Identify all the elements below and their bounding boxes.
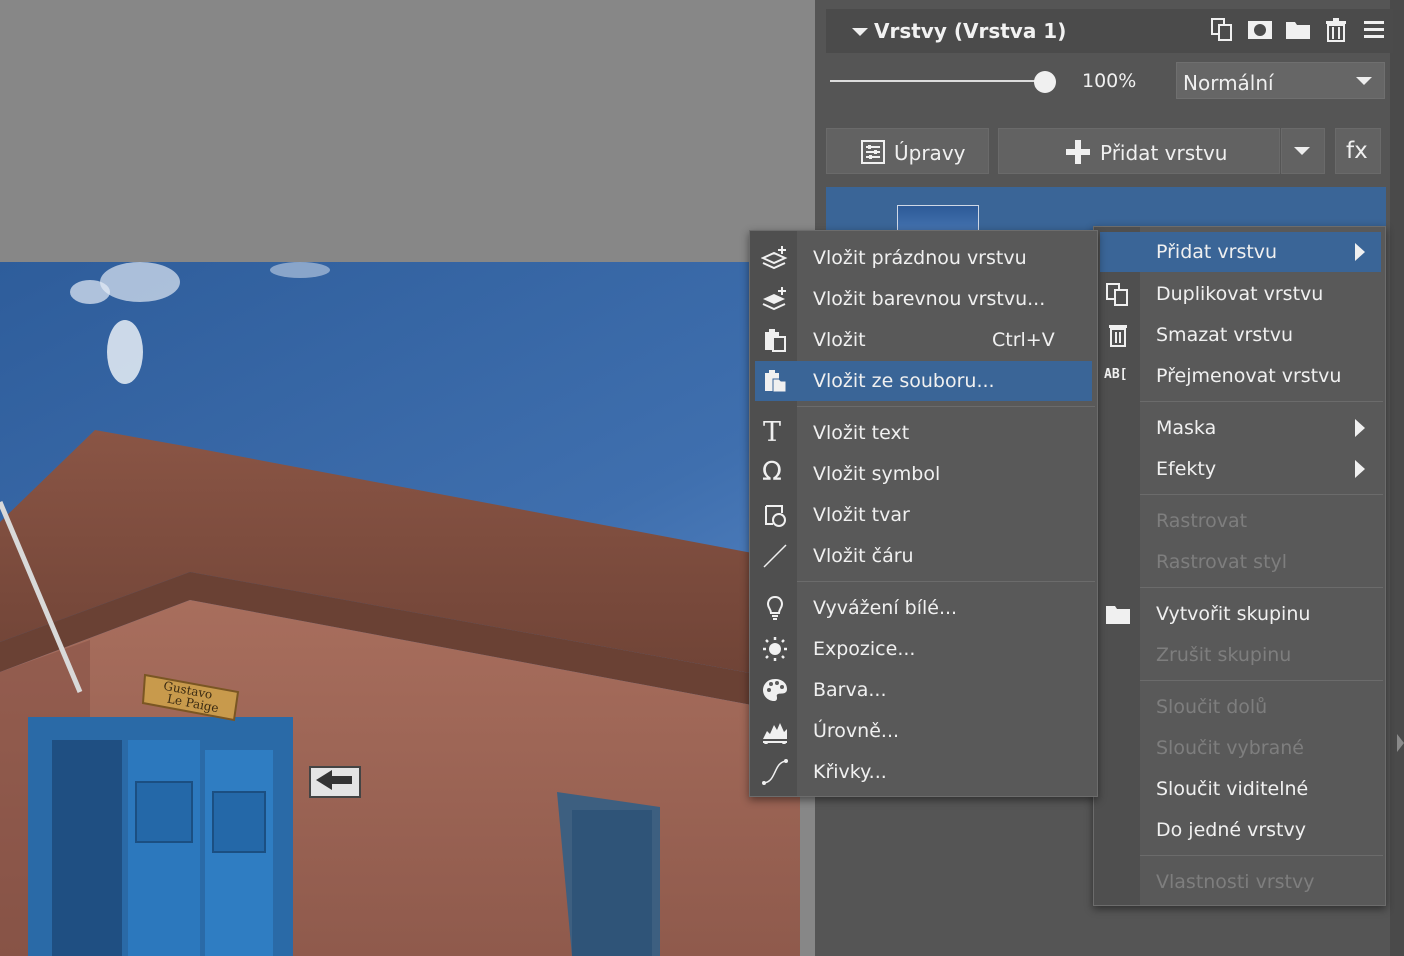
menu-item-insert-empty-layer[interactable]: Vložit prázdnou vrstvu <box>750 238 1097 278</box>
opacity-slider-knob[interactable] <box>1034 71 1056 93</box>
menu-item-insert-line[interactable]: Vložit čáru <box>750 536 1097 576</box>
menu-item-duplicate-layer[interactable]: Duplikovat vrstvu <box>1094 274 1385 314</box>
menu-item-insert-text[interactable]: T Vložit text <box>750 413 1097 453</box>
menu-item-add-layer-highlight: Přidat vrstvu <box>1100 232 1381 272</box>
menu-item-insert-color-layer[interactable]: Vložit barevnou vrstvu... <box>750 279 1097 319</box>
line-icon <box>761 542 789 570</box>
menu-separator <box>1140 401 1383 402</box>
paste-from-file-icon <box>761 367 789 395</box>
panel-title: Vrstvy (Vrstva 1) <box>874 19 1067 43</box>
menu-item-effects[interactable]: Efekty <box>1094 449 1385 489</box>
menu-item-insert-from-file[interactable]: Vložit ze souboru... <box>755 361 1092 401</box>
layers-panel-header: Vrstvy (Vrstva 1) <box>826 9 1393 53</box>
chevron-right-icon <box>1355 460 1365 478</box>
text-icon: T <box>763 417 782 448</box>
menu-item-insert-symbol[interactable]: Ω Vložit symbol <box>750 454 1097 494</box>
curves-icon <box>761 758 789 786</box>
menu-separator <box>1140 494 1383 495</box>
menu-item-merge-selected[interactable]: Sloučit vybrané <box>1094 728 1385 768</box>
menu-separator <box>1140 855 1383 856</box>
omega-icon: Ω <box>762 457 782 487</box>
opacity-slider[interactable] <box>830 70 1056 94</box>
plus-icon <box>1066 140 1090 168</box>
color-layer-icon <box>761 285 789 313</box>
add-layer-button[interactable]: Přidat vrstvu <box>998 128 1280 174</box>
menu-item-color[interactable]: Barva... <box>750 670 1097 710</box>
blend-mode-select[interactable]: Normální <box>1176 62 1385 99</box>
menu-item-ungroup[interactable]: Zrušit skupinu <box>1094 635 1385 675</box>
menu-item-rename-layer[interactable]: AB[ Přejmenovat vrstvu <box>1094 356 1385 396</box>
menu-item-paste[interactable]: Vložit Ctrl+V <box>750 320 1097 360</box>
menu-item-rasterize[interactable]: Rastrovat <box>1094 501 1385 541</box>
chevron-right-icon <box>1355 419 1365 437</box>
menu-item-create-group[interactable]: Vytvořit skupinu <box>1094 594 1385 634</box>
add-layer-dropdown-button[interactable] <box>1281 128 1325 174</box>
add-layer-label: Přidat vrstvu <box>1100 141 1228 165</box>
shortcut-label: Ctrl+V <box>992 329 1055 351</box>
adjustments-label: Úpravy <box>894 141 966 165</box>
menu-separator <box>1140 680 1383 681</box>
paste-icon <box>761 326 789 354</box>
opacity-value: 100% <box>1082 70 1137 92</box>
layer-context-menu: Přidat vrstvu Duplikovat vrstvu Smazat v… <box>1093 226 1386 906</box>
insert-layer-submenu: Vložit prázdnou vrstvu Vložit barevnou v… <box>749 230 1098 797</box>
trash-icon[interactable] <box>1323 17 1349 43</box>
collapse-icon[interactable] <box>852 28 868 36</box>
chevron-down-icon <box>1294 147 1310 155</box>
fx-button[interactable]: fx <box>1335 128 1381 174</box>
shape-icon <box>761 501 789 529</box>
menu-item-exposure[interactable]: Expozice... <box>750 629 1097 669</box>
panel-expand-handle[interactable] <box>1397 734 1404 752</box>
menu-separator <box>1140 587 1383 588</box>
mask-icon[interactable] <box>1247 17 1273 43</box>
palette-icon <box>761 676 789 704</box>
menu-icon[interactable] <box>1361 17 1387 43</box>
photo-image[interactable]: Gustavo Le Paige <box>0 262 800 956</box>
duplicate-icon <box>1104 280 1132 308</box>
menu-item-levels[interactable]: Úrovně... <box>750 711 1097 751</box>
fx-label: fx <box>1346 138 1368 164</box>
menu-separator <box>797 406 1095 407</box>
menu-separator <box>797 581 1095 582</box>
chevron-down-icon <box>1356 77 1372 85</box>
adjustments-icon <box>860 139 886 169</box>
menu-item-insert-shape[interactable]: Vložit tvar <box>750 495 1097 535</box>
menu-item-curves[interactable]: Křivky... <box>750 752 1097 792</box>
menu-item-merge-visible[interactable]: Sloučit viditelné <box>1094 769 1385 809</box>
panel-scroll-strip[interactable] <box>1390 0 1404 956</box>
menu-item-merge-down[interactable]: Sloučit dolů <box>1094 687 1385 727</box>
levels-icon <box>761 717 789 745</box>
menu-item-layer-properties[interactable]: Vlastnosti vrstvy <box>1094 862 1385 902</box>
folder-icon[interactable] <box>1285 17 1311 43</box>
folder-icon <box>1104 600 1132 628</box>
duplicate-icon[interactable] <box>1209 17 1235 43</box>
white-balance-icon <box>761 594 789 622</box>
blend-mode-value: Normální <box>1183 71 1274 95</box>
chevron-right-icon <box>1355 243 1365 261</box>
trash-icon <box>1104 321 1132 349</box>
menu-item-rasterize-style[interactable]: Rastrovat styl <box>1094 542 1385 582</box>
canvas-area[interactable]: Gustavo Le Paige <box>0 0 815 956</box>
menu-item-flatten[interactable]: Do jedné vrstvy <box>1094 810 1385 850</box>
opacity-slider-track <box>830 80 1045 82</box>
exposure-icon <box>761 635 789 663</box>
menu-item-delete-layer[interactable]: Smazat vrstvu <box>1094 315 1385 355</box>
menu-item-mask[interactable]: Maska <box>1094 408 1385 448</box>
new-layer-icon <box>760 244 789 272</box>
menu-item-white-balance[interactable]: Vyvážení bílé... <box>750 588 1097 628</box>
adjustments-button[interactable]: Úpravy <box>826 128 989 174</box>
rename-icon: AB[ <box>1104 367 1128 382</box>
